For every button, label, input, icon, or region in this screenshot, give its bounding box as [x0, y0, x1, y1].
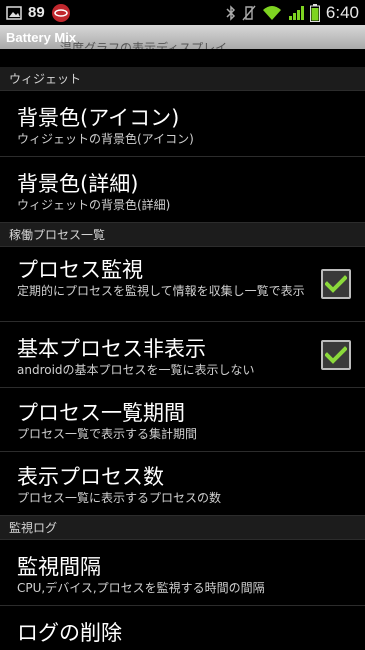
clock: 6:40	[325, 2, 359, 22]
process-monitor-checkbox[interactable]	[321, 269, 351, 299]
pref-widget-bg-icon[interactable]: 背景色(アイコン) ウィジェットの背景色(アイコン)	[0, 91, 365, 157]
pref-summary: ウィジェットの背景色(詳細)	[17, 198, 171, 212]
vibrate-mute-icon	[242, 5, 256, 21]
pref-summary: androidの基本プロセスを一覧に表示しない	[17, 363, 255, 377]
pref-delete-log[interactable]: ログの削除	[0, 606, 365, 650]
pref-title: 背景色(詳細)	[17, 172, 139, 196]
pref-title: プロセス監視	[17, 258, 143, 282]
pref-summary: プロセス一覧に表示するプロセスの数	[17, 491, 222, 505]
pref-title: ログの削除	[17, 621, 122, 645]
category-process: 稼働プロセス一覧	[0, 223, 365, 247]
pref-hide-basic-process[interactable]: 基本プロセス非表示 androidの基本プロセスを一覧に表示しない	[0, 322, 365, 388]
scrolled-summary-fragment: 温度グラフの表示ディスプレイ	[60, 41, 228, 49]
partial-previous-item	[0, 49, 365, 67]
app-title: Battery Mix	[6, 29, 77, 45]
title-bar: Battery Mix 温度グラフの表示ディスプレイ	[0, 25, 365, 49]
checkmark-icon	[325, 345, 347, 364]
status-bar-left: 89	[6, 3, 71, 23]
pref-summary: 定期的にプロセスを監視して情報を収集し一覧で表示	[17, 284, 305, 298]
pref-widget-bg-detail[interactable]: 背景色(詳細) ウィジェットの背景色(詳細)	[0, 157, 365, 223]
screen: 89 6:40 Battery Mix 温度グラフの表示ディスプレイ ウィジェッ…	[0, 0, 365, 650]
pref-summary: CPU,デバイス,プロセスを監視する時間の間隔	[17, 581, 265, 595]
notification-count: 89	[28, 4, 45, 21]
category-widget: ウィジェット	[0, 67, 365, 91]
pref-summary: ウィジェットの背景色(アイコン)	[17, 132, 194, 146]
pref-title: プロセス一覧期間	[17, 401, 185, 425]
hide-basic-process-checkbox[interactable]	[321, 339, 351, 370]
gallery-icon	[6, 5, 22, 20]
preference-list[interactable]: ウィジェット 背景色(アイコン) ウィジェットの背景色(アイコン) 背景色(詳細…	[0, 49, 365, 650]
pref-process-monitor[interactable]: プロセス監視 定期的にプロセスを監視して情報を収集し一覧で表示	[0, 247, 365, 322]
pref-title: 表示プロセス数	[17, 465, 164, 489]
signal-icon	[288, 5, 304, 21]
bluetooth-icon	[226, 4, 236, 21]
pref-title: 基本プロセス非表示	[17, 337, 206, 361]
pref-title: 背景色(アイコン)	[17, 106, 180, 130]
checkmark-icon	[325, 275, 347, 293]
status-bar: 89 6:40	[0, 0, 365, 25]
category-monitor-log: 監視ログ	[0, 516, 365, 540]
pref-summary: プロセス一覧で表示する集計期間	[17, 427, 198, 441]
wifi-icon	[262, 5, 282, 21]
battery-icon	[309, 3, 320, 22]
pref-process-display-count[interactable]: 表示プロセス数 プロセス一覧に表示するプロセスの数	[0, 452, 365, 516]
pref-process-list-period[interactable]: プロセス一覧期間 プロセス一覧で表示する集計期間	[0, 388, 365, 452]
pref-monitor-interval[interactable]: 監視間隔 CPU,デバイス,プロセスを監視する時間の間隔	[0, 540, 365, 606]
pref-title: 監視間隔	[17, 555, 101, 579]
status-bar-right: 6:40	[226, 3, 359, 23]
app-badge-icon	[51, 3, 71, 23]
